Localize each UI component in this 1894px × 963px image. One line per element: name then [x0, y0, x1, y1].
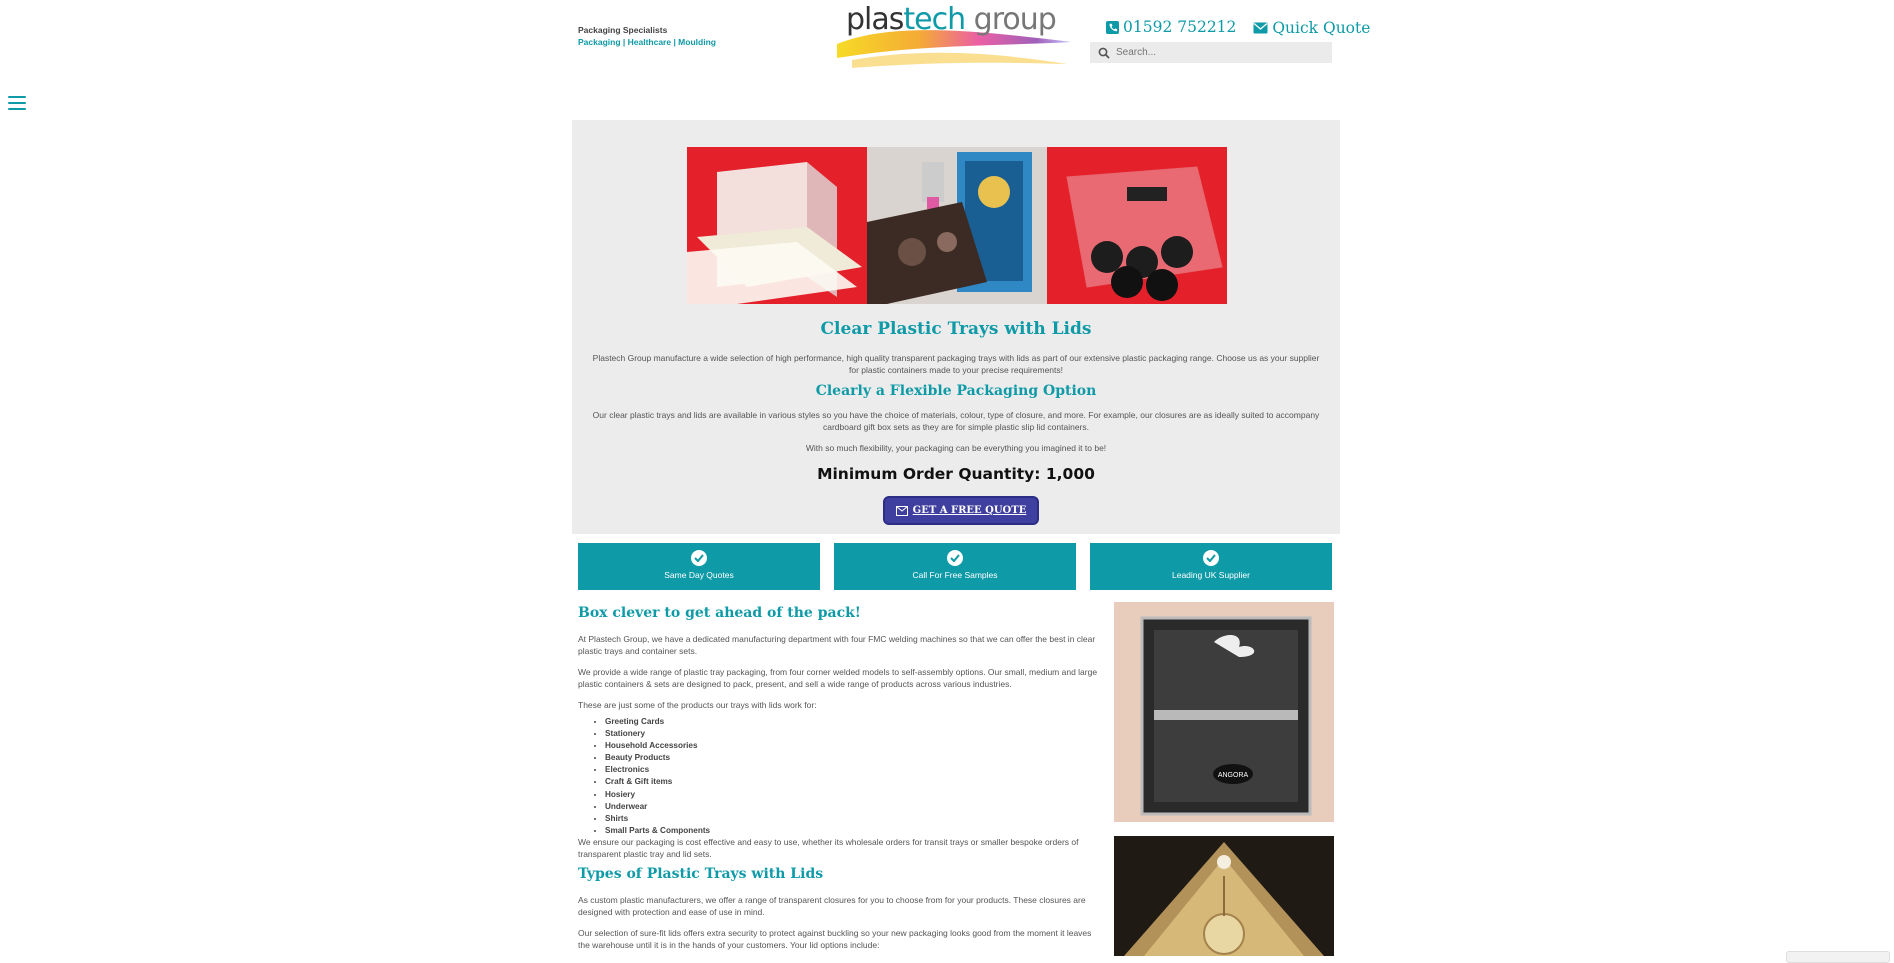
hero-subtitle: Clearly a Flexible Packaging Option: [815, 383, 1097, 399]
feature-label: Same Day Quotes: [664, 570, 734, 580]
envelope-icon: [895, 505, 908, 516]
check-circle-icon: [691, 550, 707, 566]
logo-text-group: group: [965, 2, 1057, 37]
page-title: Clear Plastic Trays with Lids: [820, 319, 1092, 339]
hero-intro: Plastech Group manufacture a wide select…: [592, 353, 1320, 375]
list-item: Household Accessories: [605, 740, 710, 752]
check-circle-icon: [947, 550, 963, 566]
side-image-clock-tray: [1114, 836, 1334, 956]
triangle-clock-graphic: [1124, 842, 1324, 956]
clear-box-cards-graphic: [687, 162, 862, 304]
products-list: Greeting Cards Stationery Household Acce…: [578, 716, 710, 837]
get-free-quote-label: GET A FREE QUOTE: [912, 505, 1027, 516]
feature-label: Call For Free Samples: [912, 570, 998, 580]
section-heading-box-clever: Box clever to get ahead of the pack!: [578, 605, 861, 621]
content-paragraph-4: We ensure our packaging is cost effectiv…: [578, 837, 1079, 859]
menu-hamburger-icon[interactable]: [8, 96, 26, 110]
list-item: Electronics: [605, 764, 710, 776]
logo-text-plas: plas: [846, 2, 904, 37]
phone-icon: [1106, 20, 1119, 34]
quick-quote-label: Quick Quote: [1272, 18, 1371, 37]
tagline-title: Packaging Specialists: [578, 25, 668, 35]
header-contact: 01592 752212 Quick Quote: [1106, 18, 1382, 38]
tagline-links[interactable]: Packaging | Healthcare | Moulding: [578, 36, 716, 48]
search-input[interactable]: [1110, 47, 1316, 58]
search-bar[interactable]: [1090, 42, 1332, 63]
banner-tile-chocolates: [867, 147, 1047, 304]
get-free-quote-button[interactable]: GET A FREE QUOTE: [883, 496, 1039, 525]
hero-banner-image: [687, 147, 1227, 304]
envelope-icon: [1253, 22, 1268, 33]
chocolate-tray-graphic: [867, 152, 1032, 304]
list-item: Craft & Gift items: [605, 776, 710, 788]
hero-paragraph-2: Our clear plastic trays and lids are ava…: [592, 410, 1320, 432]
hero-paragraph-3: With so much flexibility, your packaging…: [805, 443, 1107, 453]
feature-leading-uk-supplier[interactable]: Leading UK Supplier: [1090, 543, 1332, 590]
content-paragraph-6: Our selection of sure-fit lids offers ex…: [578, 928, 1092, 950]
minimum-order-quantity: Minimum Order Quantity: 1,000: [817, 465, 1095, 483]
check-circle-icon: [1203, 550, 1219, 566]
banner-tile-cards: [687, 147, 867, 304]
clear-tray-disks-graphic: [1066, 166, 1223, 301]
banner-tile-tray: [1047, 147, 1227, 304]
recaptcha-badge[interactable]: [1786, 951, 1890, 963]
list-item: Stationery: [605, 728, 710, 740]
list-item: Underwear: [605, 801, 710, 813]
list-item: Shirts: [605, 813, 710, 825]
feature-free-samples[interactable]: Call For Free Samples: [834, 543, 1076, 590]
content-paragraph-2: We provide a wide range of plastic tray …: [578, 667, 1098, 689]
list-item: Beauty Products: [605, 752, 710, 764]
header-tagline: Packaging Specialists Packaging | Health…: [578, 24, 716, 48]
phone-number: 01592 752212: [1123, 18, 1237, 36]
phone-link[interactable]: 01592 752212: [1106, 18, 1236, 36]
plastech-logo[interactable]: plastech group: [832, 2, 1082, 78]
feature-label: Leading UK Supplier: [1172, 570, 1250, 580]
section-heading-types: Types of Plastic Trays with Lids: [578, 866, 824, 882]
quick-quote-link[interactable]: Quick Quote: [1253, 19, 1370, 37]
list-item: Greeting Cards: [605, 716, 710, 728]
gift-box-graphic: ANGORA: [1140, 616, 1312, 816]
feature-same-day-quotes[interactable]: Same Day Quotes: [578, 543, 820, 590]
content-paragraph-1: At Plastech Group, we have a dedicated m…: [578, 634, 1096, 656]
side-image-gift-box: ANGORA: [1114, 602, 1334, 822]
logo-text-tech: tech: [903, 2, 966, 37]
list-item: Hosiery: [605, 789, 710, 801]
content-paragraph-5: As custom plastic manufacturers, we offe…: [578, 895, 1086, 917]
side-image-label: ANGORA: [1218, 772, 1249, 779]
content-paragraph-3: These are just some of the products our …: [578, 700, 817, 710]
search-icon: [1098, 47, 1110, 59]
